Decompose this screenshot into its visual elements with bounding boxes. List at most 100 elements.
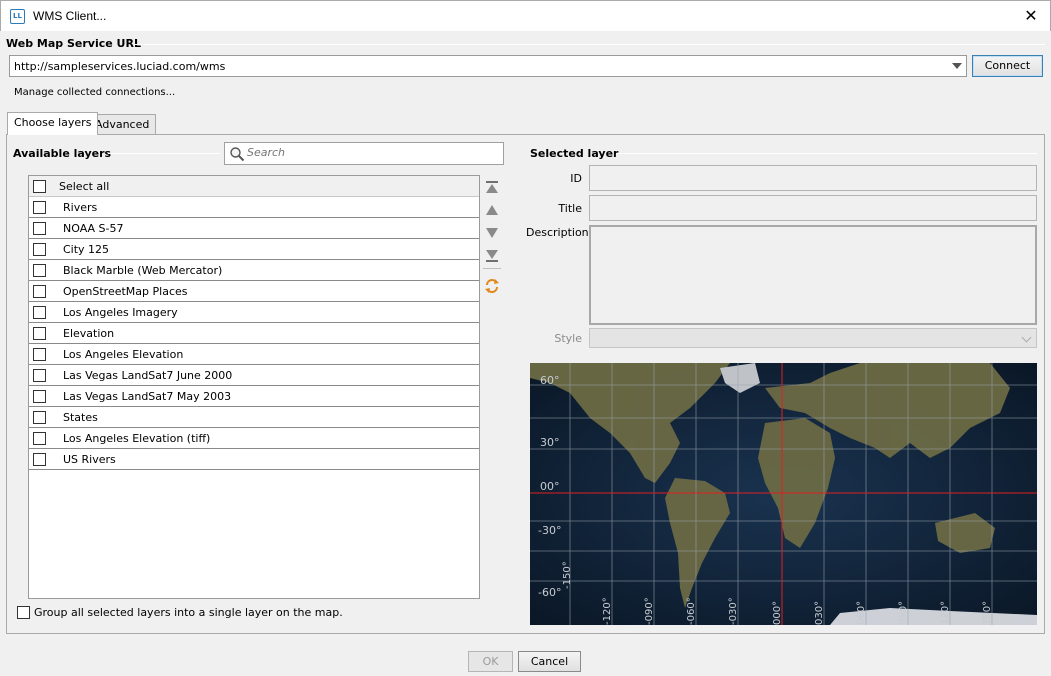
layer-list: Select all Rivers NOAA S-57 City 125 Bla… xyxy=(28,175,480,599)
style-select[interactable] xyxy=(589,328,1037,348)
manage-connections-link[interactable]: Manage collected connections... xyxy=(14,87,175,98)
selected-layer-separator xyxy=(616,153,1037,154)
selected-layer-heading: Selected layer xyxy=(530,147,619,160)
list-item[interactable]: OpenStreetMap Places xyxy=(29,281,479,302)
lat-label: 00° xyxy=(540,480,560,493)
close-button[interactable]: ✕ xyxy=(1020,6,1042,26)
list-item[interactable]: City 125 xyxy=(29,239,479,260)
layer-checkbox[interactable] xyxy=(33,305,46,319)
list-item[interactable]: Las Vegas LandSat7 May 2003 xyxy=(29,386,479,407)
url-section-separator xyxy=(134,44,1045,45)
lat-label: -60° xyxy=(538,586,562,599)
list-item[interactable]: Rivers xyxy=(29,197,479,218)
lon-label: 090° xyxy=(898,600,909,625)
list-item[interactable]: Los Angeles Elevation (tiff) xyxy=(29,428,479,449)
move-to-bottom-icon[interactable] xyxy=(485,249,499,263)
id-field[interactable] xyxy=(589,165,1037,191)
layer-checkbox[interactable] xyxy=(33,263,46,277)
lon-label: 120° xyxy=(940,600,951,625)
app-icon: LL xyxy=(10,9,25,24)
refresh-icon[interactable] xyxy=(484,278,500,294)
list-item[interactable]: Los Angeles Imagery xyxy=(29,302,479,323)
layer-label: Los Angeles Elevation (tiff) xyxy=(63,431,211,445)
layer-label: Los Angeles Elevation xyxy=(63,347,184,361)
lon-label: -150° xyxy=(562,561,573,589)
layer-checkbox[interactable] xyxy=(33,221,46,235)
list-item[interactable]: Los Angeles Elevation xyxy=(29,344,479,365)
map-preview[interactable]: 60° 30° 00° -30° -60° -150° -120° -090° … xyxy=(530,363,1037,625)
layer-label: Las Vegas LandSat7 June 2000 xyxy=(63,368,233,382)
available-layers-separator xyxy=(108,153,220,154)
move-down-icon[interactable] xyxy=(485,226,499,240)
url-section-heading: Web Map Service URL xyxy=(6,37,141,50)
lon-label: -060° xyxy=(686,597,697,625)
list-item[interactable]: US Rivers xyxy=(29,449,479,470)
list-item[interactable]: States xyxy=(29,407,479,428)
available-layers-heading: Available layers xyxy=(13,147,112,160)
chevron-down-icon[interactable] xyxy=(952,63,962,69)
lon-label: 150° xyxy=(982,600,993,625)
lon-label: -090° xyxy=(644,597,655,625)
layer-checkbox[interactable] xyxy=(33,410,46,424)
select-all-row[interactable]: Select all xyxy=(29,176,479,197)
search-icon xyxy=(230,147,245,162)
search-box[interactable] xyxy=(224,142,504,165)
lat-label: -30° xyxy=(538,524,562,537)
lon-label: 060° xyxy=(856,600,867,625)
tab-choose-layers[interactable]: Choose layers xyxy=(7,112,99,135)
description-field[interactable] xyxy=(589,225,1037,325)
group-layers-label: Group all selected layers into a single … xyxy=(34,606,343,619)
title-label: Title xyxy=(558,202,582,215)
group-layers-option[interactable]: Group all selected layers into a single … xyxy=(17,606,343,619)
layer-label: Los Angeles Imagery xyxy=(63,305,178,319)
lat-label: 60° xyxy=(540,374,560,387)
list-item[interactable]: Elevation xyxy=(29,323,479,344)
move-to-top-icon[interactable] xyxy=(485,180,499,194)
list-item[interactable]: Las Vegas LandSat7 June 2000 xyxy=(29,365,479,386)
layer-label: Rivers xyxy=(63,200,98,214)
layer-checkbox[interactable] xyxy=(33,284,46,298)
title-bar: LL WMS Client... ✕ xyxy=(0,0,1051,31)
layer-checkbox[interactable] xyxy=(33,368,46,382)
list-item[interactable]: Black Marble (Web Mercator) xyxy=(29,260,479,281)
layer-label: Elevation xyxy=(63,326,115,340)
lon-label: 030° xyxy=(814,600,825,625)
layer-label: US Rivers xyxy=(63,452,116,466)
select-all-checkbox[interactable] xyxy=(33,179,46,193)
layer-checkbox[interactable] xyxy=(33,389,46,403)
world-map xyxy=(530,363,1037,625)
layer-checkbox[interactable] xyxy=(33,242,46,256)
lat-label: 30° xyxy=(540,436,560,449)
layer-label: States xyxy=(63,410,98,424)
reorder-separator xyxy=(483,268,501,269)
lon-label: -120° xyxy=(602,597,613,625)
layer-label: City 125 xyxy=(63,242,110,256)
connect-button[interactable]: Connect xyxy=(972,55,1043,77)
layer-checkbox[interactable] xyxy=(33,452,46,466)
chevron-down-icon xyxy=(1021,332,1032,343)
ok-button[interactable]: OK xyxy=(468,651,513,672)
list-item[interactable]: NOAA S-57 xyxy=(29,218,479,239)
layer-checkbox[interactable] xyxy=(33,431,46,445)
lon-label: 000° xyxy=(772,600,783,625)
layer-label: Las Vegas LandSat7 May 2003 xyxy=(63,389,232,403)
layer-checkbox[interactable] xyxy=(33,326,46,340)
layer-label: OpenStreetMap Places xyxy=(63,284,188,298)
layer-label: Black Marble (Web Mercator) xyxy=(63,263,223,277)
layer-label: NOAA S-57 xyxy=(63,221,124,235)
layer-checkbox[interactable] xyxy=(33,347,46,361)
window-title: WMS Client... xyxy=(33,9,107,23)
url-input[interactable] xyxy=(10,59,940,73)
style-label: Style xyxy=(554,332,582,345)
title-field[interactable] xyxy=(589,195,1037,221)
group-layers-checkbox[interactable] xyxy=(17,606,30,619)
search-input[interactable] xyxy=(247,146,497,159)
layer-checkbox[interactable] xyxy=(33,200,46,214)
move-up-icon[interactable] xyxy=(485,203,499,217)
description-label: Description xyxy=(526,226,589,239)
url-combo[interactable] xyxy=(9,55,967,77)
lon-label: -030° xyxy=(728,597,739,625)
select-all-label: Select all xyxy=(59,179,110,193)
id-label: ID xyxy=(570,172,582,185)
cancel-button[interactable]: Cancel xyxy=(518,651,581,672)
